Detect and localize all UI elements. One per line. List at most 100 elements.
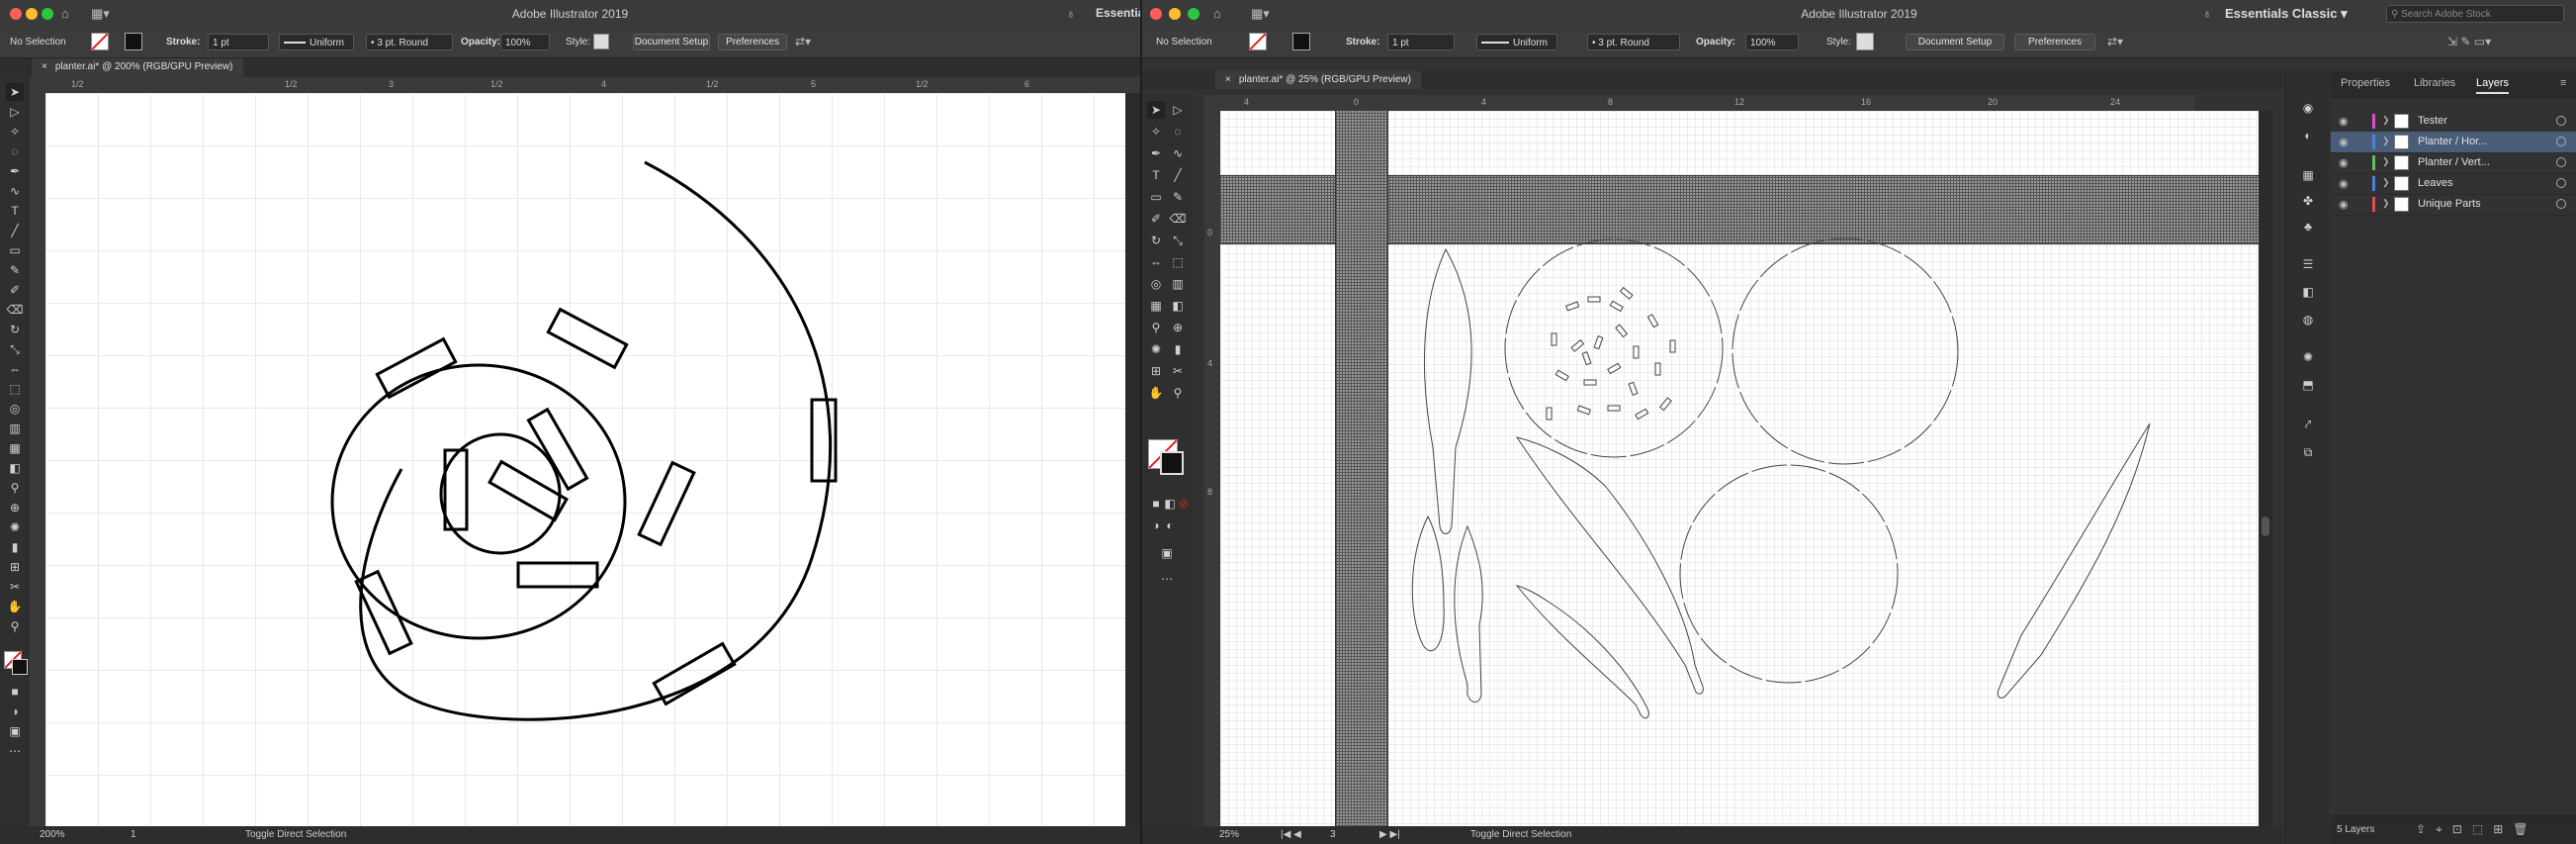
stroke-color-icon[interactable]: [1160, 451, 1184, 475]
hand-tool-icon[interactable]: ✋: [6, 598, 24, 615]
eyedropper-tool-icon[interactable]: ⚲: [1147, 319, 1165, 336]
edit-toolbar-icon[interactable]: ⋯: [6, 742, 24, 760]
graphic-style-swatch[interactable]: [1856, 33, 1874, 50]
graphic-style-swatch[interactable]: [593, 34, 609, 49]
gradient-panel-icon[interactable]: ◧: [2299, 283, 2317, 301]
free-transform-tool-icon[interactable]: ⬚: [6, 380, 24, 398]
target-circle-icon[interactable]: [2556, 178, 2566, 188]
artboard-canvas[interactable]: [45, 93, 1125, 826]
target-circle-icon[interactable]: [2556, 199, 2566, 209]
transparency-icon[interactable]: ◍: [2299, 311, 2317, 328]
preferences-button[interactable]: Preferences: [2014, 34, 2095, 50]
brush-definition[interactable]: • 3 pt. Round: [1587, 34, 1680, 50]
expand-arrow-icon[interactable]: ❯: [2382, 136, 2390, 146]
vertical-scrollbar[interactable]: [1125, 93, 1140, 826]
zoom-tool-icon[interactable]: ⚲: [6, 617, 24, 635]
stroke-weight-field[interactable]: 1 pt: [208, 34, 269, 50]
direct-selection-tool-icon[interactable]: ▷: [1169, 101, 1187, 119]
artboard-nav-next[interactable]: ▶ ▶|: [1379, 829, 1400, 840]
layer-name[interactable]: Unique Parts: [2418, 198, 2481, 210]
paintbrush-tool-icon[interactable]: ✐: [1147, 210, 1165, 228]
document-tab[interactable]: × planter.ai* @ 200% (RGB/GPU Preview): [32, 58, 243, 76]
graphic-styles-icon[interactable]: ⬒: [2299, 376, 2317, 394]
layer-row[interactable]: ◉ ❯ Leaves: [2331, 173, 2576, 195]
close-tab-icon[interactable]: ×: [42, 61, 47, 72]
eraser-tool-icon[interactable]: ⌫: [1169, 210, 1187, 228]
curvature-tool-icon[interactable]: ∿: [1169, 144, 1187, 162]
perspective-grid-tool-icon[interactable]: ▥: [6, 420, 24, 437]
layer-name[interactable]: Tester: [2418, 115, 2447, 127]
selection-tool-icon[interactable]: ➤: [6, 83, 24, 101]
layer-name[interactable]: Planter / Hor...: [2418, 136, 2487, 147]
variable-width-profile[interactable]: Uniform: [279, 34, 354, 50]
tab-layers[interactable]: Layers: [2476, 77, 2510, 94]
swatches-icon[interactable]: ▦: [2299, 166, 2317, 184]
symbols-icon[interactable]: ♣: [2299, 218, 2317, 235]
curvature-tool-icon[interactable]: ∿: [6, 182, 24, 200]
mesh-tool-icon[interactable]: ▦: [6, 439, 24, 457]
perspective-grid-tool-icon[interactable]: ▥: [1169, 275, 1187, 293]
hand-tool-icon[interactable]: ✋: [1147, 384, 1165, 402]
selection-tool-icon[interactable]: ➤: [1147, 101, 1165, 119]
magic-wand-tool-icon[interactable]: ✧: [1147, 123, 1165, 141]
variable-width-profile[interactable]: Uniform: [1476, 34, 1557, 50]
edit-toolbar-icon[interactable]: ⋯: [1158, 570, 1176, 588]
export-icon[interactable]: ⤤: [2299, 416, 2317, 433]
rotate-tool-icon[interactable]: ↻: [1147, 232, 1165, 249]
scale-tool-icon[interactable]: ⤡: [6, 340, 24, 358]
pen-tool-icon[interactable]: ✒: [6, 162, 24, 180]
symbol-sprayer-tool-icon[interactable]: ✺: [6, 518, 24, 536]
shape-builder-tool-icon[interactable]: ◎: [1147, 275, 1165, 293]
magic-wand-tool-icon[interactable]: ✧: [6, 123, 24, 141]
lightbulb-icon[interactable]: ♁: [1066, 6, 1076, 21]
type-tool-icon[interactable]: T: [6, 202, 24, 220]
target-circle-icon[interactable]: [2556, 137, 2566, 146]
visibility-eye-icon[interactable]: ◉: [2339, 115, 2349, 128]
workspace-switcher[interactable]: Essentials: [1096, 6, 1140, 20]
lasso-tool-icon[interactable]: ◌: [6, 142, 24, 160]
zoom-tool-icon[interactable]: ⚲: [1169, 384, 1187, 402]
panel-menu-icon[interactable]: ≡: [2560, 77, 2566, 89]
width-tool-icon[interactable]: ⇔: [1147, 253, 1165, 271]
paintbrush-tool-icon[interactable]: ✎: [6, 261, 24, 279]
expand-arrow-icon[interactable]: ❯: [2382, 177, 2390, 188]
artboard-number-field[interactable]: 1: [131, 829, 136, 840]
lasso-tool-icon[interactable]: ◌: [1169, 123, 1187, 141]
visibility-eye-icon[interactable]: ◉: [2339, 156, 2349, 169]
eyedropper-tool-icon[interactable]: ⚲: [6, 479, 24, 497]
vertical-scrollbar[interactable]: [2259, 111, 2272, 826]
stroke-panel-icon[interactable]: ☰: [2299, 255, 2317, 273]
rectangle-tool-icon[interactable]: ▭: [6, 241, 24, 259]
stock-search-field[interactable]: ⚲ Search Adobe Stock: [2386, 5, 2564, 23]
fill-swatch[interactable]: [1249, 33, 1267, 50]
arrange-icon[interactable]: ⇄▾: [2107, 35, 2123, 48]
gradient-tool-icon[interactable]: ◧: [1169, 297, 1187, 315]
pen-tool-icon[interactable]: ✒: [1147, 144, 1165, 162]
arrange-icon[interactable]: ⇄▾: [795, 35, 811, 48]
document-setup-button[interactable]: Document Setup: [1906, 34, 2004, 50]
target-circle-icon[interactable]: [2556, 157, 2566, 167]
layer-row[interactable]: ◉ ❯ Tester: [2331, 111, 2576, 133]
shaper-tool-icon[interactable]: ✐: [6, 281, 24, 299]
screen-mode-icon[interactable]: ▣: [6, 722, 24, 740]
blend-tool-icon[interactable]: ⊕: [1169, 319, 1187, 336]
artboard-tool-icon[interactable]: ⊞: [6, 558, 24, 576]
opacity-field[interactable]: 100%: [500, 34, 550, 50]
slice-tool-icon[interactable]: ✂: [6, 578, 24, 596]
none-icon[interactable]: ⊘: [1175, 495, 1193, 513]
artboard-number-field[interactable]: 3: [1330, 829, 1336, 840]
stroke-weight-field[interactable]: 1 pt: [1387, 34, 1455, 50]
layer-row[interactable]: ◉ ❯ Planter / Hor...: [2331, 132, 2576, 153]
color-guide-icon[interactable]: ◐: [2299, 127, 2317, 144]
visibility-eye-icon[interactable]: ◉: [2339, 136, 2349, 148]
draw-behind-icon[interactable]: ◐: [1161, 516, 1179, 534]
width-tool-icon[interactable]: ⇔: [6, 360, 24, 378]
draw-mode-icon[interactable]: ◑: [6, 703, 24, 720]
expand-arrow-icon[interactable]: ❯: [2382, 156, 2390, 167]
direct-selection-tool-icon[interactable]: ▷: [6, 103, 24, 121]
blend-tool-icon[interactable]: ⊕: [6, 499, 24, 516]
color-mode-icon[interactable]: ■: [6, 683, 24, 701]
target-circle-icon[interactable]: [2556, 116, 2566, 126]
layer-action-icons[interactable]: ⇪⌖⊡⬚⊞🗑: [2416, 822, 2538, 837]
tab-properties[interactable]: Properties: [2341, 77, 2390, 89]
